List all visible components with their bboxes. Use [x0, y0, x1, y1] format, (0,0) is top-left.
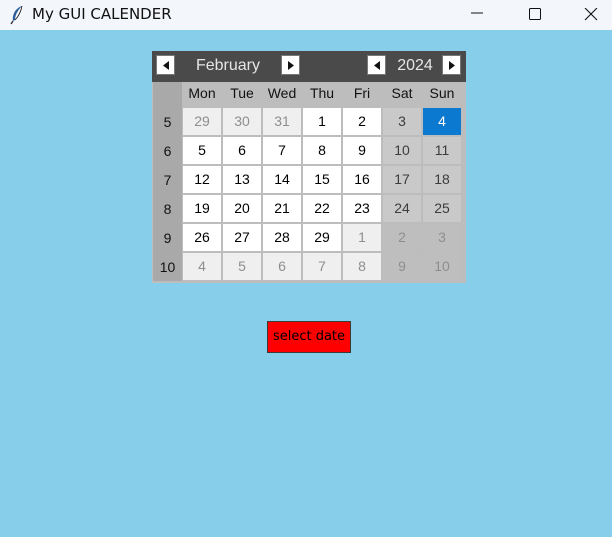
week-number: 10 [159, 259, 176, 275]
month-label: February [195, 57, 261, 74]
day-cell[interactable]: 22 [303, 195, 341, 222]
minimize-button[interactable] [453, 0, 499, 30]
prev-month-button[interactable] [156, 55, 175, 75]
day-header-wed: Wed [267, 85, 297, 101]
day-cell[interactable]: 10 [423, 253, 461, 280]
day-cell[interactable]: 16 [343, 166, 381, 193]
calendar-header: February 2024 [152, 51, 466, 82]
day-cell[interactable]: 3 [423, 224, 461, 251]
day-cell[interactable]: 2 [383, 224, 421, 251]
day-cell[interactable]: 9 [383, 253, 421, 280]
title-bar: My GUI CALENDER [0, 0, 612, 30]
maximize-button[interactable] [511, 0, 557, 30]
day-cell[interactable]: 4 [183, 253, 221, 280]
day-cell[interactable]: 5 [183, 137, 221, 164]
day-cell[interactable]: 15 [303, 166, 341, 193]
day-cell[interactable]: 19 [183, 195, 221, 222]
select-date-button[interactable]: select date [267, 321, 351, 353]
arrow-left-icon [163, 61, 169, 70]
next-month-button[interactable] [281, 55, 300, 75]
week-number: 8 [163, 201, 172, 217]
minimize-icon [471, 12, 483, 14]
week-number: 9 [163, 230, 172, 246]
next-year-button[interactable] [442, 55, 461, 75]
arrow-left-icon [374, 61, 380, 70]
day-cell[interactable]: 31 [263, 108, 301, 135]
window-title: My GUI CALENDER [32, 5, 172, 23]
week-number: 6 [163, 143, 172, 159]
day-header-sat: Sat [391, 85, 413, 101]
close-icon [584, 8, 598, 21]
arrow-right-icon [288, 61, 294, 70]
day-cell[interactable]: 14 [263, 166, 301, 193]
day-cell[interactable]: 29 [183, 108, 221, 135]
close-button[interactable] [567, 0, 612, 30]
day-cell[interactable]: 24 [383, 195, 421, 222]
day-header-fri: Fri [353, 85, 371, 101]
day-cell[interactable]: 7 [263, 137, 301, 164]
day-cell[interactable]: 10 [383, 137, 421, 164]
day-cell[interactable]: 6 [223, 137, 261, 164]
day-header-thu: Thu [309, 85, 335, 101]
day-cell[interactable]: 27 [223, 224, 261, 251]
day-header-tue: Tue [230, 85, 254, 101]
day-cell[interactable]: 13 [223, 166, 261, 193]
year-label: 2024 [397, 57, 433, 74]
maximize-icon [529, 8, 541, 20]
day-cell[interactable]: 9 [343, 137, 381, 164]
day-header-sun: Sun [429, 85, 455, 101]
day-cell[interactable]: 17 [383, 166, 421, 193]
feather-icon [10, 5, 23, 25]
day-cell[interactable]: 8 [343, 253, 381, 280]
week-number: 5 [163, 114, 172, 130]
day-cell[interactable]: 30 [223, 108, 261, 135]
day-cell[interactable]: 3 [383, 108, 421, 135]
day-cell[interactable]: 26 [183, 224, 221, 251]
day-cell[interactable]: 18 [423, 166, 461, 193]
day-cell[interactable]: 25 [423, 195, 461, 222]
day-cell[interactable]: 21 [263, 195, 301, 222]
day-cell[interactable]: 8 [303, 137, 341, 164]
day-cell[interactable]: 29 [303, 224, 341, 251]
day-cell[interactable]: 28 [263, 224, 301, 251]
day-cell[interactable]: 7 [303, 253, 341, 280]
day-cell[interactable]: 23 [343, 195, 381, 222]
day-cell[interactable]: 1 [303, 108, 341, 135]
day-cell[interactable]: 6 [263, 253, 301, 280]
week-number: 7 [163, 172, 172, 188]
day-cell[interactable]: 20 [223, 195, 261, 222]
prev-year-button[interactable] [367, 55, 386, 75]
day-cell[interactable]: 12 [183, 166, 221, 193]
day-cell[interactable]: 5 [223, 253, 261, 280]
selected-day-cell[interactable]: 4 [423, 108, 461, 135]
day-cell[interactable]: 1 [343, 224, 381, 251]
calendar-widget: February 2024 Mon Tue Wed Thu Fri Sat Sun 5 29 30… [152, 51, 466, 283]
day-cell[interactable]: 2 [343, 108, 381, 135]
calendar-grid: Mon Tue Wed Thu Fri Sat Sun 5 29 30 31 1 2 3 4 6 5 6 7 8 9 10… [152, 82, 466, 283]
day-cell[interactable]: 11 [423, 137, 461, 164]
day-header-mon: Mon [188, 85, 216, 101]
arrow-right-icon [449, 61, 455, 70]
